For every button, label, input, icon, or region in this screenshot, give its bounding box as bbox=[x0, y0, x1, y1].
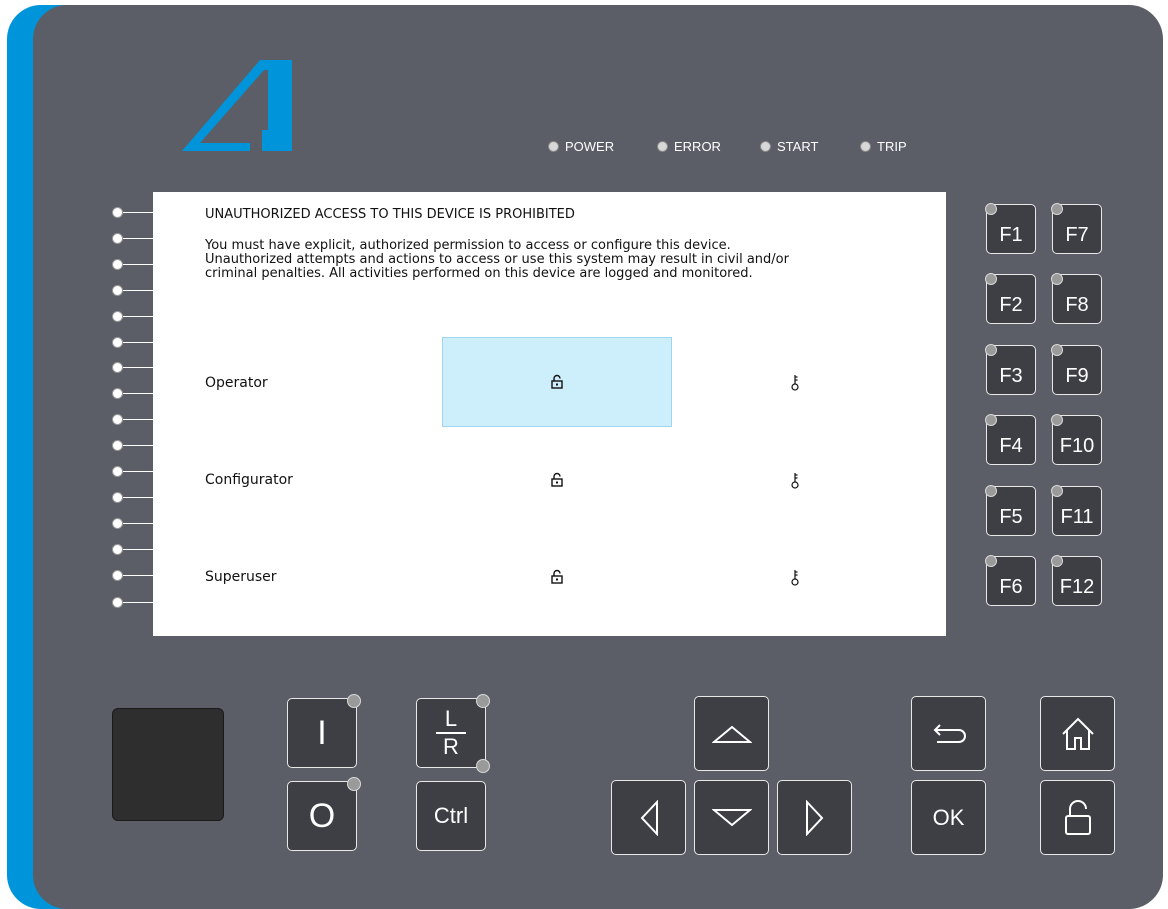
right-button[interactable] bbox=[777, 780, 852, 855]
side-led-icon bbox=[112, 388, 123, 399]
side-led-icon bbox=[112, 570, 123, 581]
remote-label: R bbox=[443, 734, 459, 759]
home-icon bbox=[1061, 717, 1094, 750]
left-button[interactable] bbox=[611, 780, 686, 855]
ok-button[interactable]: OK bbox=[911, 780, 986, 855]
user-configurator-label[interactable]: Configurator bbox=[205, 472, 293, 488]
down-arrow-icon bbox=[711, 808, 752, 826]
f11-led-icon bbox=[1051, 485, 1063, 497]
ctrl-button[interactable]: Ctrl bbox=[416, 781, 486, 851]
f3-led-icon bbox=[985, 344, 997, 356]
f5-led-icon bbox=[985, 485, 997, 497]
operator-login-cell[interactable] bbox=[442, 337, 672, 427]
f8-led-icon bbox=[1051, 273, 1063, 285]
f1-led-icon bbox=[985, 203, 997, 215]
user-superuser-label[interactable]: Superuser bbox=[205, 569, 277, 585]
side-led-icon bbox=[112, 440, 123, 451]
configurator-login-cell[interactable] bbox=[442, 435, 672, 525]
lock-icon bbox=[551, 374, 563, 389]
key-icon bbox=[791, 375, 799, 391]
off-led-icon bbox=[347, 777, 361, 791]
led-error: ERROR bbox=[657, 138, 721, 154]
local-label: L bbox=[444, 706, 458, 731]
operator-key-cell[interactable] bbox=[680, 337, 910, 427]
ok-button-label: OK bbox=[932, 804, 965, 830]
off-button-label: O bbox=[308, 797, 336, 835]
lock-icon bbox=[551, 472, 563, 487]
side-led-icon bbox=[112, 518, 123, 529]
led-error-label: ERROR bbox=[674, 138, 721, 154]
down-button[interactable] bbox=[694, 780, 769, 855]
lock-icon bbox=[551, 569, 563, 584]
brand-logo bbox=[182, 60, 292, 151]
back-arrow-icon bbox=[933, 723, 966, 743]
led-start-label: START bbox=[777, 138, 819, 154]
f2-led-icon bbox=[985, 273, 997, 285]
led-trip-label: TRIP bbox=[877, 138, 907, 154]
f12-led-icon bbox=[1051, 555, 1063, 567]
key-icon bbox=[791, 473, 799, 489]
configurator-key-cell[interactable] bbox=[680, 435, 910, 525]
ctrl-button-label: Ctrl bbox=[433, 803, 469, 828]
superuser-key-cell[interactable] bbox=[680, 532, 910, 622]
right-arrow-icon bbox=[805, 799, 823, 836]
side-led-icon bbox=[112, 544, 123, 555]
lock-button[interactable] bbox=[1040, 780, 1115, 855]
key-icon bbox=[791, 570, 799, 586]
on-button[interactable]: I bbox=[287, 698, 357, 768]
login-screen: UNAUTHORIZED ACCESS TO THIS DEVICE IS PR… bbox=[153, 192, 946, 636]
remote-led-icon bbox=[476, 759, 490, 773]
power-led-icon bbox=[548, 140, 559, 152]
side-led-icon bbox=[112, 492, 123, 503]
f9-led-icon bbox=[1051, 344, 1063, 356]
start-led-icon bbox=[760, 140, 771, 152]
up-arrow-icon bbox=[711, 725, 752, 743]
home-button[interactable] bbox=[1040, 696, 1115, 771]
side-led-icon bbox=[112, 311, 123, 322]
side-led-icon bbox=[112, 337, 123, 348]
f7-led-icon bbox=[1051, 203, 1063, 215]
side-led-icon bbox=[112, 259, 123, 270]
on-led-icon bbox=[347, 694, 361, 708]
led-start: START bbox=[760, 138, 818, 154]
f6-led-icon bbox=[985, 555, 997, 567]
off-button[interactable]: O bbox=[287, 781, 357, 851]
led-trip: TRIP bbox=[860, 138, 907, 154]
side-led-icon bbox=[112, 285, 123, 296]
side-led-icon bbox=[112, 597, 123, 608]
led-power-label: POWER bbox=[565, 138, 615, 154]
warning-message: You must have explicit, authorized permi… bbox=[205, 238, 789, 281]
trip-led-icon bbox=[860, 140, 871, 152]
side-led-icon bbox=[112, 466, 123, 477]
left-arrow-icon bbox=[640, 799, 658, 836]
side-led-icon bbox=[112, 414, 123, 425]
warning-title: UNAUTHORIZED ACCESS TO THIS DEVICE IS PR… bbox=[205, 207, 575, 222]
up-button[interactable] bbox=[694, 696, 769, 771]
local-led-icon bbox=[476, 694, 490, 708]
user-operator-label[interactable]: Operator bbox=[205, 375, 268, 391]
error-led-icon bbox=[657, 140, 668, 152]
lock-icon bbox=[1064, 799, 1091, 835]
on-button-label: I bbox=[317, 714, 327, 752]
side-led-icon bbox=[112, 207, 123, 218]
local-remote-button[interactable]: L R bbox=[416, 698, 486, 768]
led-power: POWER bbox=[548, 138, 614, 154]
side-led-icon bbox=[112, 233, 123, 244]
f4-led-icon bbox=[985, 414, 997, 426]
back-button[interactable] bbox=[911, 696, 986, 771]
superuser-login-cell[interactable] bbox=[442, 532, 672, 622]
f10-led-icon bbox=[1051, 414, 1063, 426]
side-led-icon bbox=[112, 362, 123, 373]
rfid-reader-area bbox=[112, 708, 224, 821]
